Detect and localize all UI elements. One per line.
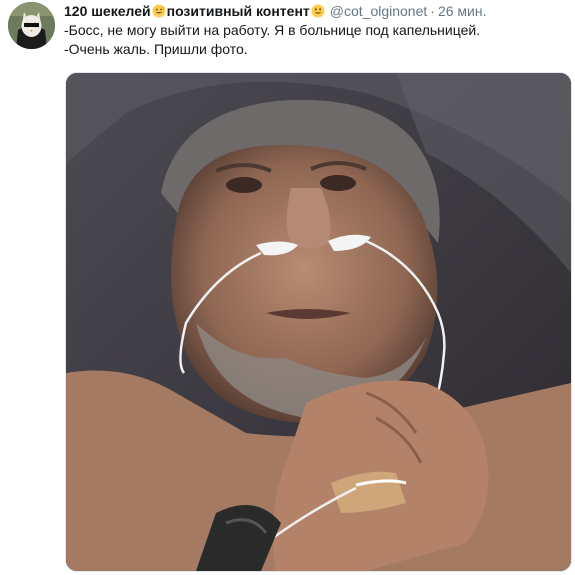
cat-avatar-icon [8,2,55,49]
photo-man-in-hospital-bed-with-earphones-icon [66,73,571,571]
display-name[interactable]: 120 шекелей [64,3,151,19]
avatar[interactable] [8,2,55,49]
tweet-header: 120 шекелей позитивный контент @cot_olgi… [64,2,569,20]
display-name-suffix[interactable]: позитивный контент [167,3,310,19]
tweet-text: -Босс, не могу выйти на работу. Я в боль… [64,21,569,59]
tweet-timestamp[interactable]: 26 мин. [438,3,487,19]
user-handle[interactable]: @cot_olginonet [330,3,428,19]
grinning-face-with-sweat-emoji-icon [152,4,166,18]
tweet-text-line: -Босс, не могу выйти на работу. Я в боль… [64,22,481,38]
smiling-face-emoji-icon [311,4,325,18]
tweet-text-line: -Очень жаль. Пришли фото. [64,41,248,57]
tweet-photo[interactable] [65,72,572,572]
separator-dot: · [430,3,435,19]
